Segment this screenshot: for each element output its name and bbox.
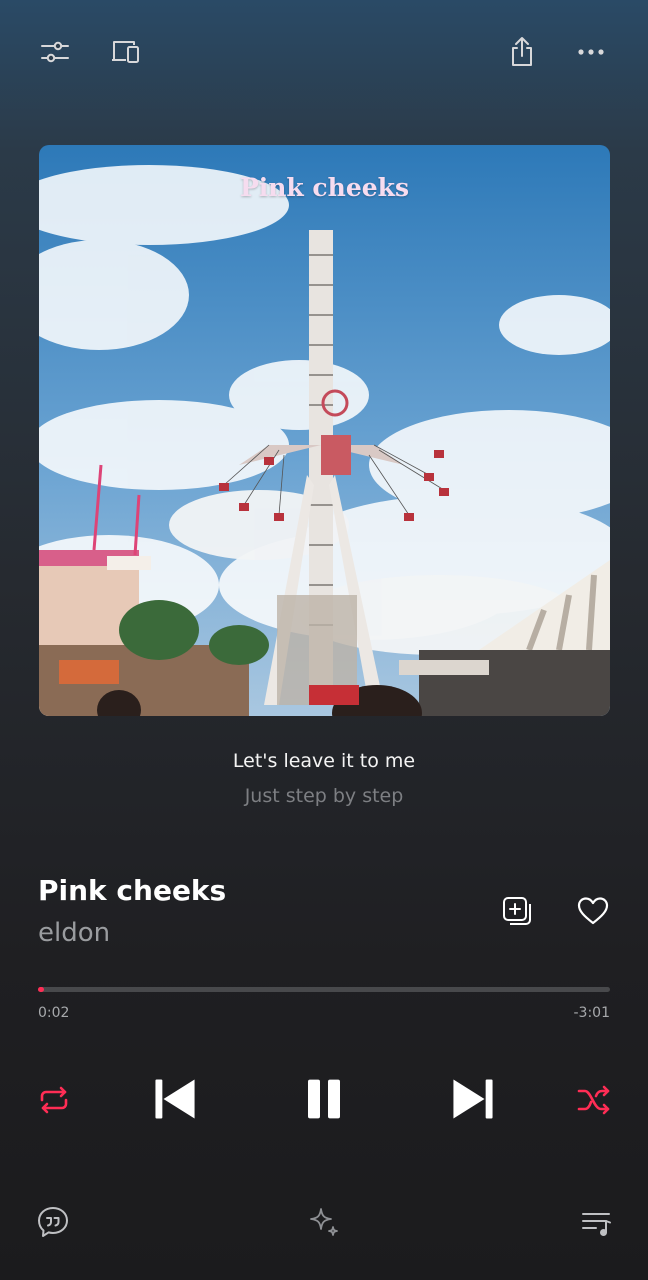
add-to-playlist-button[interactable] bbox=[495, 889, 539, 933]
top-bar bbox=[0, 30, 648, 78]
lyric-current-line[interactable]: Let's leave it to me bbox=[0, 750, 648, 772]
share-button[interactable] bbox=[500, 30, 544, 74]
progress-bar[interactable] bbox=[38, 987, 610, 992]
add-to-library-icon bbox=[503, 897, 531, 925]
shuffle-button[interactable] bbox=[572, 1078, 616, 1122]
pause-button[interactable] bbox=[292, 1066, 356, 1132]
share-icon bbox=[512, 37, 532, 66]
sparkle-icon bbox=[310, 1208, 338, 1236]
more-icon bbox=[578, 49, 604, 55]
queue-button[interactable] bbox=[574, 1200, 618, 1244]
repeat-icon bbox=[40, 1086, 68, 1114]
sliders-icon bbox=[41, 41, 69, 63]
track-artist[interactable]: eldon bbox=[38, 918, 110, 948]
devices-button[interactable] bbox=[103, 30, 147, 74]
album-cover-image bbox=[39, 145, 610, 716]
skip-forward-icon bbox=[453, 1079, 493, 1119]
next-button[interactable] bbox=[448, 1074, 498, 1124]
repeat-button[interactable] bbox=[32, 1078, 76, 1122]
queue-icon bbox=[582, 1213, 611, 1236]
shuffle-icon bbox=[577, 1085, 610, 1115]
pause-icon bbox=[308, 1079, 340, 1119]
progress-fill bbox=[38, 987, 45, 992]
devices-icon bbox=[112, 41, 139, 63]
album-title-text: Pink cheeks bbox=[239, 173, 410, 202]
lyric-next-line[interactable]: Just step by step bbox=[0, 785, 648, 807]
equalizer-button[interactable] bbox=[33, 30, 77, 74]
previous-button[interactable] bbox=[150, 1074, 200, 1124]
skip-back-icon bbox=[155, 1079, 195, 1119]
elapsed-time: 0:02 bbox=[38, 1005, 70, 1021]
favorite-button[interactable] bbox=[571, 889, 615, 933]
sparkle-button[interactable] bbox=[302, 1200, 346, 1244]
lyrics-button[interactable] bbox=[31, 1200, 75, 1244]
track-title: Pink cheeks bbox=[38, 874, 227, 907]
more-button[interactable] bbox=[569, 30, 613, 74]
heart-icon bbox=[577, 897, 609, 925]
album-artwork[interactable]: Pink cheeks bbox=[39, 145, 610, 716]
remaining-time: -3:01 bbox=[573, 1005, 611, 1021]
lyrics-quote-icon bbox=[38, 1207, 68, 1237]
